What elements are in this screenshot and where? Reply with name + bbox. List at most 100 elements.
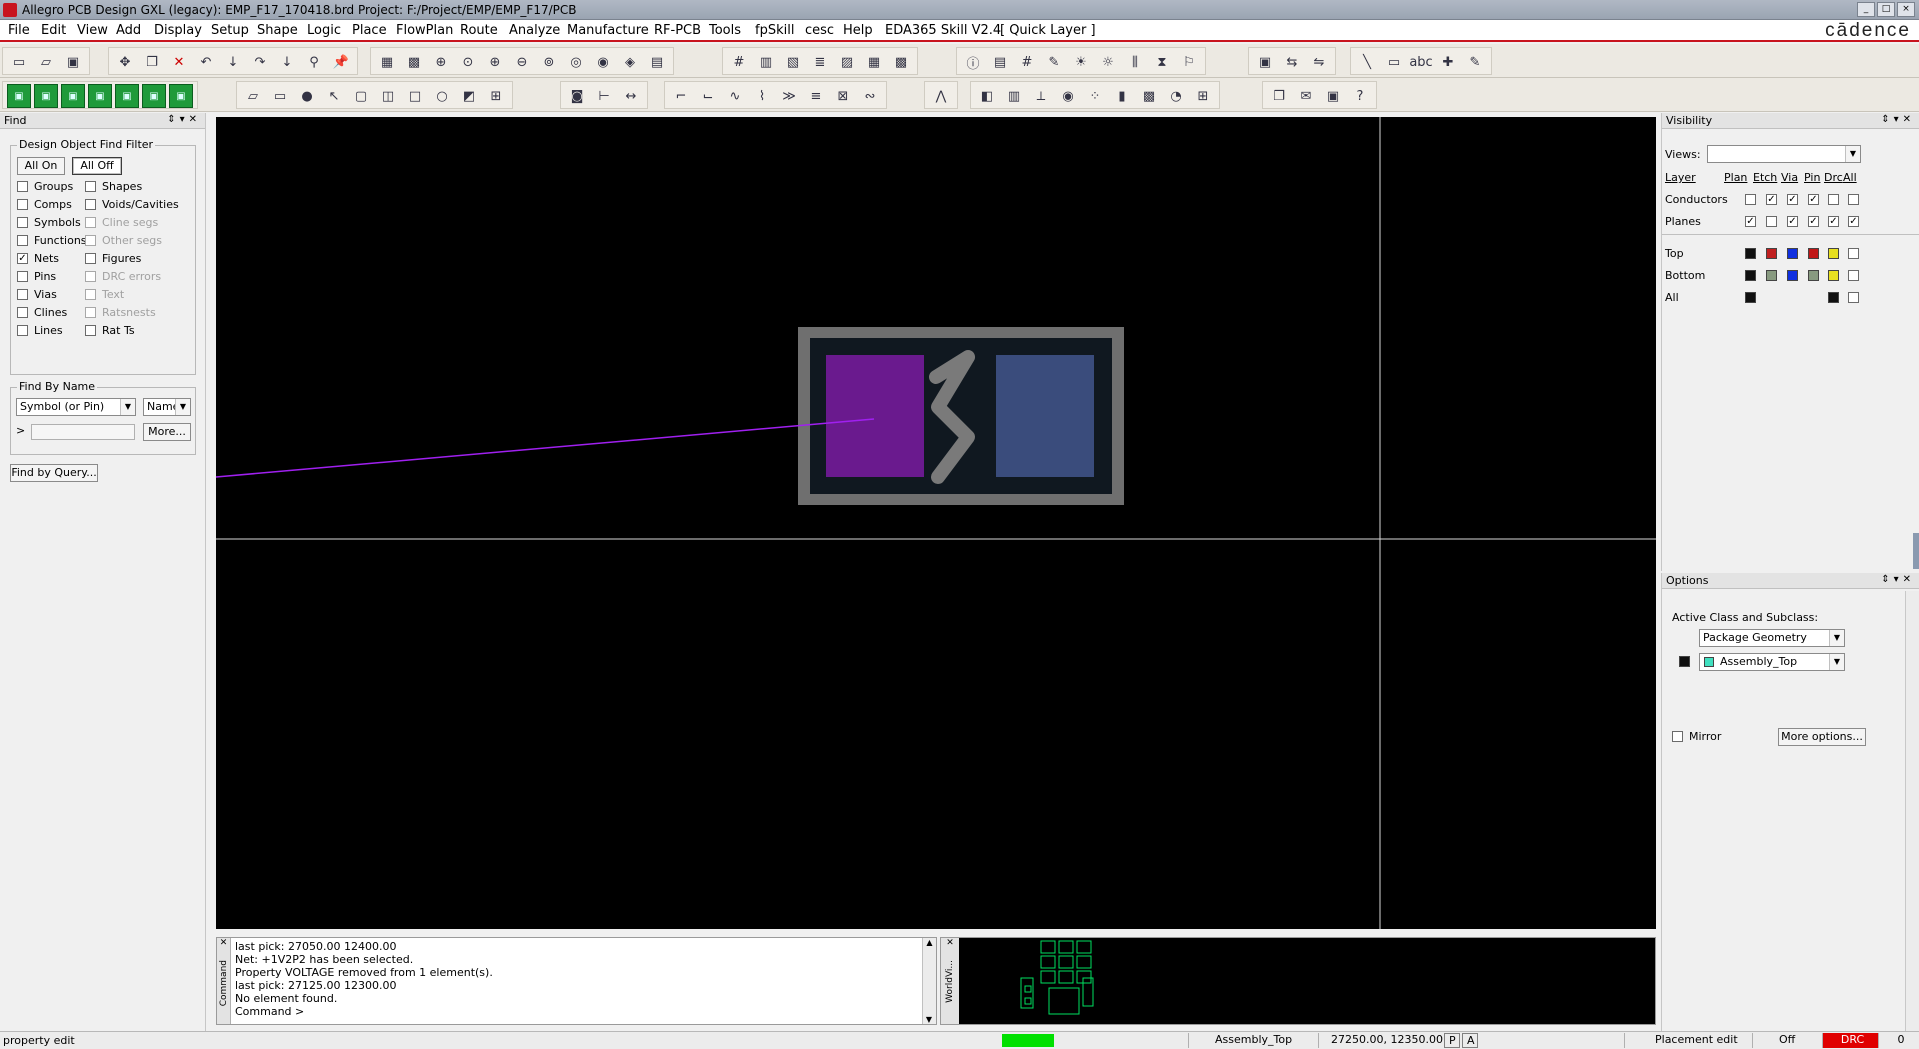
- menu-edit[interactable]: Edit: [41, 23, 66, 38]
- menu-view[interactable]: View: [77, 23, 108, 38]
- filter-checkbox-functions[interactable]: Functions: [17, 234, 87, 247]
- add-rect-icon[interactable]: ▭: [1382, 50, 1406, 74]
- filter-checkbox-comps[interactable]: Comps: [17, 198, 72, 211]
- menu-help[interactable]: Help: [843, 23, 873, 38]
- shape-circle-icon[interactable]: ●: [295, 84, 319, 108]
- visibility-column-drc[interactable]: Drc: [1824, 171, 1843, 184]
- spread-icon[interactable]: ≡: [804, 84, 828, 108]
- find-name-input[interactable]: [31, 424, 135, 440]
- grid-icon[interactable]: ▦: [375, 50, 399, 74]
- slide-icon[interactable]: ⌙: [696, 84, 720, 108]
- undo-icon[interactable]: ↶: [194, 50, 218, 74]
- zoom-out-icon[interactable]: ⊖: [510, 50, 534, 74]
- manual-void-icon[interactable]: ▢: [349, 84, 373, 108]
- object-type-select[interactable]: Symbol (or Pin) ▼: [16, 398, 136, 416]
- pad-2[interactable]: [996, 355, 1094, 477]
- layer-set-2-icon[interactable]: ▣: [34, 84, 58, 108]
- pin-icon[interactable]: 📌: [329, 50, 353, 74]
- worldview-window[interactable]: ✕ WorldVi...: [940, 937, 1656, 1025]
- dehighlight-icon[interactable]: ☼: [1096, 50, 1120, 74]
- maximize-button[interactable]: □: [1877, 2, 1895, 17]
- views-select[interactable]: ▼: [1707, 145, 1861, 163]
- layer-set-7-icon[interactable]: ▣: [169, 84, 193, 108]
- pad-1[interactable]: [826, 355, 924, 477]
- void-square-icon[interactable]: □: [403, 84, 427, 108]
- connect-icon[interactable]: ⇋: [1307, 50, 1331, 74]
- visibility-checkbox[interactable]: ✓: [1787, 194, 1798, 205]
- layer-all-checkbox[interactable]: [1848, 248, 1859, 259]
- layer-color-swatch[interactable]: [1828, 248, 1839, 259]
- 3d-view-icon[interactable]: ◈: [618, 50, 642, 74]
- flip-board-icon[interactable]: ▤: [645, 50, 669, 74]
- zoom-world-icon[interactable]: ◎: [564, 50, 588, 74]
- more-options-button[interactable]: More options...: [1778, 728, 1866, 746]
- add-line-icon[interactable]: ╲: [1355, 50, 1379, 74]
- visibility-checkbox[interactable]: ✓: [1848, 216, 1859, 227]
- visibility-checkbox[interactable]: [1745, 194, 1756, 205]
- mail-icon[interactable]: ✉: [1294, 84, 1318, 108]
- merge-shapes-icon[interactable]: ⊞: [484, 84, 508, 108]
- menu-setup[interactable]: Setup: [211, 23, 249, 38]
- more-button[interactable]: More...: [143, 423, 191, 441]
- options-scrollbar[interactable]: [1905, 591, 1919, 1031]
- move-icon[interactable]: ✥: [113, 50, 137, 74]
- shape-rect-icon[interactable]: ▭: [268, 84, 292, 108]
- camera-icon[interactable]: ◉: [1056, 84, 1080, 108]
- filter-checkbox-rat-ts[interactable]: Rat Ts: [85, 324, 135, 337]
- dimension-horizontal-icon[interactable]: ↔: [619, 84, 643, 108]
- visibility-column-pin[interactable]: Pin: [1804, 171, 1820, 184]
- shape-polygon-icon[interactable]: ▱: [241, 84, 265, 108]
- menu-analyze[interactable]: Analyze: [509, 23, 560, 38]
- menu-route[interactable]: Route: [460, 23, 498, 38]
- open-folder-icon[interactable]: ▱: [34, 50, 58, 74]
- lock-icon[interactable]: ◔: [1164, 84, 1188, 108]
- layer-all-checkbox[interactable]: [1848, 270, 1859, 281]
- visibility-column-via[interactable]: Via: [1781, 171, 1798, 184]
- menu-shape[interactable]: Shape: [257, 23, 298, 38]
- down-arrow-icon[interactable]: ↓: [221, 50, 245, 74]
- artwork-icon[interactable]: ◧: [975, 84, 999, 108]
- select-shape-icon[interactable]: ↖: [322, 84, 346, 108]
- layer-set-6-icon[interactable]: ▣: [142, 84, 166, 108]
- selected-net-trace[interactable]: [216, 418, 875, 478]
- visibility-checkbox[interactable]: [1766, 216, 1777, 227]
- grid-settings-icon[interactable]: #: [727, 50, 751, 74]
- void-circle-icon[interactable]: ○: [430, 84, 454, 108]
- copy-icon[interactable]: ❐: [140, 50, 164, 74]
- redo-icon[interactable]: ↷: [248, 50, 272, 74]
- visibility-checkbox[interactable]: ✓: [1808, 216, 1819, 227]
- visibility-checkbox[interactable]: [1828, 194, 1839, 205]
- worldview-thumbnail[interactable]: [959, 938, 1657, 1024]
- menu-manufacture[interactable]: Manufacture: [567, 23, 649, 38]
- zoom-icon[interactable]: ⊕: [429, 50, 453, 74]
- layer-color-swatch[interactable]: [1828, 292, 1839, 303]
- visibility-column-etch[interactable]: Etch: [1753, 171, 1777, 184]
- test-prep-icon[interactable]: ⟂: [1029, 84, 1053, 108]
- visibility-column-all[interactable]: All: [1843, 171, 1857, 184]
- timing-icon[interactable]: ⧗: [1150, 50, 1174, 74]
- menu-logic[interactable]: Logic: [307, 23, 341, 38]
- find-icon[interactable]: ⚲: [302, 50, 326, 74]
- visibility-checkbox[interactable]: ✓: [1766, 194, 1777, 205]
- layer-color-swatch[interactable]: [1766, 248, 1777, 259]
- dimension-vertical-icon[interactable]: ⊢: [592, 84, 616, 108]
- visibility-checkbox[interactable]: ✓: [1808, 194, 1819, 205]
- filter-checkbox-lines[interactable]: Lines: [17, 324, 63, 337]
- layer-color-swatch[interactable]: [1745, 248, 1756, 259]
- close-icon[interactable]: ✕: [941, 938, 959, 948]
- find-by-query-button[interactable]: Find by Query...: [10, 464, 98, 482]
- close-icon[interactable]: ✕: [217, 938, 230, 948]
- panel-controls[interactable]: ⇕▾✕: [1881, 574, 1915, 585]
- pcb-view[interactable]: [216, 117, 1656, 929]
- filter-checkbox-voids-cavities[interactable]: Voids/Cavities: [85, 198, 179, 211]
- visibility-checkbox[interactable]: ✓: [1787, 216, 1798, 227]
- menu-quick-layer[interactable]: [ Quick Layer ]: [1000, 23, 1096, 38]
- component-footprint[interactable]: [798, 327, 1124, 505]
- visibility-checkbox[interactable]: [1848, 194, 1859, 205]
- windows-icon[interactable]: ❐: [1267, 84, 1291, 108]
- filter-checkbox-nets[interactable]: ✓ Nets: [17, 252, 59, 265]
- panel-controls[interactable]: ⇕▾✕: [167, 114, 201, 125]
- layer-set-1-icon[interactable]: ▣: [7, 84, 31, 108]
- menu-flowplan[interactable]: FlowPlan: [396, 23, 453, 38]
- stackup-icon[interactable]: ≣: [808, 50, 832, 74]
